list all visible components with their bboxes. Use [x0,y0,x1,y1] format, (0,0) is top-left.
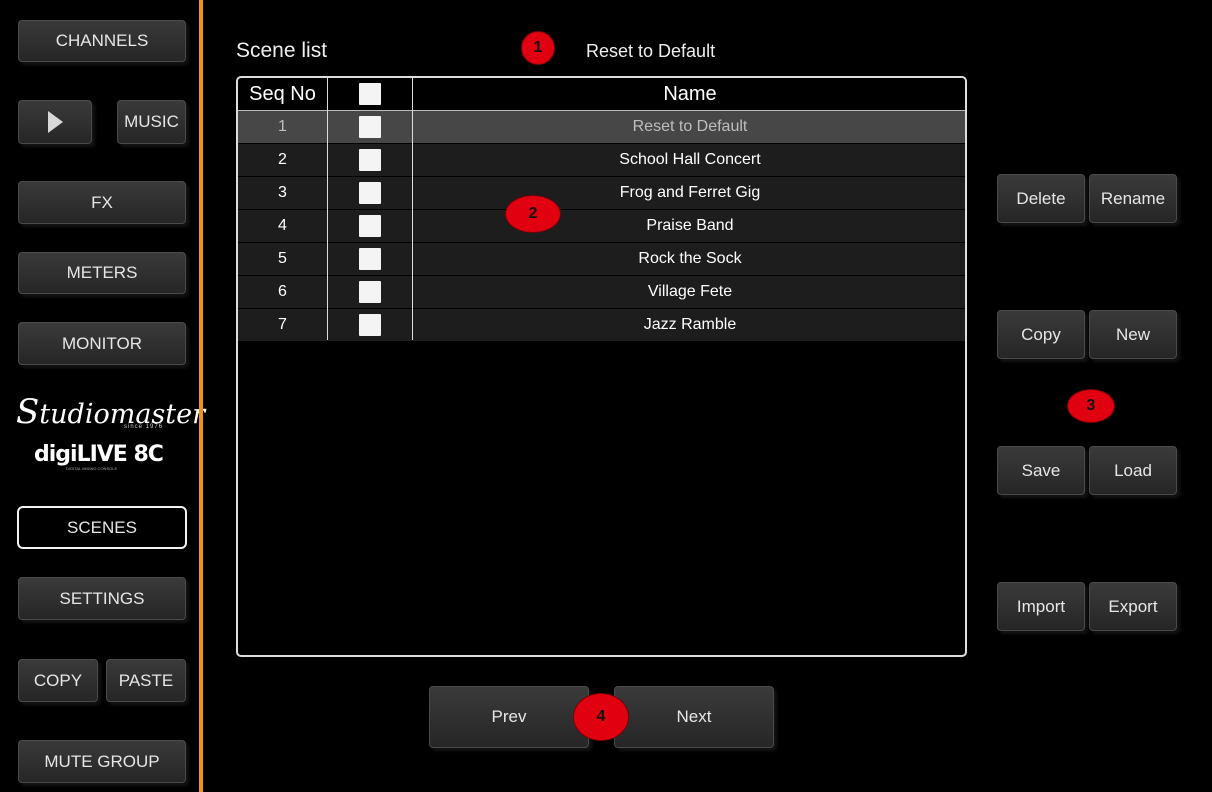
channels-button[interactable]: CHANNELS [18,20,186,62]
logo-tagline: since 1976 [124,424,164,430]
settings-button[interactable]: SETTINGS [18,577,186,620]
prev-page-button[interactable]: Prev [429,686,589,748]
copy-button[interactable]: COPY [18,659,98,702]
rename-button[interactable]: Rename [1089,174,1177,223]
scene-row[interactable]: 2 School Hall Concert [238,144,965,177]
delete-button[interactable]: Delete [997,174,1085,223]
scene-checkbox[interactable] [359,281,381,303]
scene-seq-number: 4 [278,217,287,234]
column-separator [327,78,328,340]
column-separator [412,78,413,340]
play-button[interactable] [18,100,92,144]
scene-row[interactable]: 5 Rock the Sock [238,243,965,276]
scenes-button[interactable]: SCENES [17,506,187,549]
logo-brand: tudiomaster [39,399,206,430]
scene-row[interactable]: 3 Frog and Ferret Gig [238,177,965,210]
scene-checkbox[interactable] [359,149,381,171]
scene-seq-number: 3 [278,184,287,201]
scene-row[interactable]: 1 Reset to Default [238,111,965,144]
callout-marker-1: 1 [521,31,555,65]
scene-checkbox[interactable] [359,248,381,270]
logo-initial: S [16,392,40,432]
scene-seq-number: 6 [278,283,287,300]
play-icon [47,111,63,133]
music-button[interactable]: MUSIC [117,100,186,144]
paste-button[interactable]: PASTE [106,659,186,702]
column-header-select[interactable] [328,78,412,110]
callout-marker-4: 4 [573,693,629,741]
new-scene-button[interactable]: New [1089,310,1177,359]
scene-name: Frog and Ferret Gig [619,184,761,201]
copy-scene-button[interactable]: Copy [997,310,1085,359]
scene-name: Jazz Ramble [643,316,737,333]
import-button[interactable]: Import [997,582,1085,631]
scene-list-title: Scene list [236,39,328,62]
scene-name: Rock the Sock [638,250,742,267]
product-sub: DIGITAL MIXING CONSOLE [66,466,118,471]
select-all-checkbox[interactable] [359,83,381,105]
column-header-seq: Seq No [249,82,316,105]
scene-seq-number: 7 [278,316,287,333]
next-page-button[interactable]: Next [614,686,774,748]
scene-row[interactable]: 4 Praise Band [238,210,965,243]
callout-marker-2: 2 [505,195,561,233]
scene-seq-number: 5 [278,250,287,267]
scene-table: Seq No Name 1 Reset to Default 2 School Hal… [236,76,967,657]
load-scene-button[interactable]: Load [1089,446,1177,495]
scene-checkbox[interactable] [359,182,381,204]
scene-name: Village Fete [647,283,733,300]
product-logo: digiLIVE 8C [34,442,164,467]
table-header: Seq No Name [238,78,965,111]
scene-row[interactable]: 7 Jazz Ramble [238,309,965,342]
current-scene-name: Reset to Default [586,41,716,61]
scene-checkbox[interactable] [359,314,381,336]
column-header-name: Name [663,82,717,105]
scene-seq-number: 1 [278,118,287,135]
sidebar-divider [199,0,203,792]
scene-seq-number: 2 [278,151,287,168]
mute-group-button[interactable]: MUTE GROUP [18,740,186,783]
scene-name: School Hall Concert [619,151,761,168]
scene-row[interactable]: 6 Village Fete [238,276,965,309]
scene-name: Reset to Default [632,118,748,135]
fx-button[interactable]: FX [18,181,186,224]
save-scene-button[interactable]: Save [997,446,1085,495]
scene-name: Praise Band [646,217,734,234]
scene-checkbox[interactable] [359,215,381,237]
monitor-button[interactable]: MONITOR [18,322,186,365]
export-button[interactable]: Export [1089,582,1177,631]
scene-checkbox[interactable] [359,116,381,138]
meters-button[interactable]: METERS [18,252,186,294]
callout-marker-3: 3 [1067,389,1115,423]
